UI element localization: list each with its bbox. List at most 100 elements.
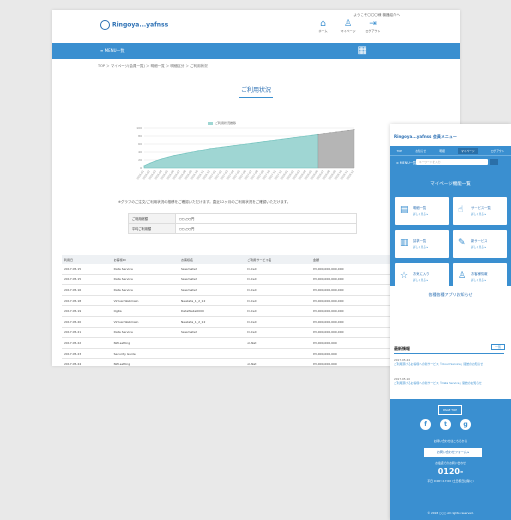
chart-note: ※グラフのご注文/ご利用状況の推移をご確認いただけます。直近12ヶ月のご利用状況…: [118, 200, 291, 204]
card-link[interactable]: 詳しく見る ▸: [413, 212, 428, 216]
news-text: ご利用頂けるお客様への新サービス「Cloud Service」開始のお知らせ: [394, 362, 484, 366]
twitter-icon[interactable]: t: [440, 419, 451, 430]
contact-form-button[interactable]: お問い合わせフォーム ▸: [424, 448, 482, 457]
series-area: [143, 134, 319, 169]
table-cell: NW-setting: [111, 358, 179, 366]
table-cell: D-Cell: [245, 274, 311, 286]
table-cell: Data Service: [111, 327, 179, 339]
news-item[interactable]: 2017.05.24 ご利用頂けるお客様への新サービス「Cloud Service…: [394, 358, 506, 366]
summary-key: ご利用総額: [128, 213, 176, 224]
card-label: お客様情報: [471, 272, 488, 276]
mobile-menu-button[interactable]: ≡ MENU一覧: [396, 160, 416, 165]
google-plus-icon[interactable]: g: [460, 419, 471, 430]
card-link[interactable]: 詳しく見る ▸: [413, 245, 428, 249]
breadcrumb[interactable]: TOP ＞ マイページ(会員一覧) ＞ 明細一覧 ＞ 明細区分 ＞ ご利用状況: [98, 64, 460, 69]
mobile-search-input[interactable]: キーワードを入力: [416, 159, 488, 165]
mobile-page: Ringoya...yafnss 会員メニュー TOP お知らせ 明細 マイペー…: [390, 124, 511, 520]
business-hours: 平日 9:00～17:00 (土日祝日は除く): [427, 479, 474, 483]
header-icons: ⌂ ホーム ♙ マイページ ⇥ ログアウト: [314, 19, 382, 33]
page-top-button[interactable]: PAGE TOP: [438, 405, 462, 415]
data-point: [353, 129, 355, 131]
info-divider: [394, 353, 504, 354]
news-item[interactable]: 2017.05.10 ご利用頂けるお客様への新サービス「Data Service」…: [394, 377, 506, 385]
data-point: [323, 133, 325, 135]
legend-label: ご利用状況推移: [215, 121, 237, 125]
table-cell: DataWebs0000: [179, 305, 246, 317]
table-cell: 2017.05.20: [62, 316, 112, 328]
news-banner-title[interactable]: 各種各種アプリお知らせ: [390, 286, 511, 298]
social-links: f t g: [420, 419, 471, 430]
table-cell: 2017.05.22: [62, 337, 112, 349]
data-point: [179, 153, 181, 155]
column-header: お客様名: [179, 255, 246, 264]
mobile-tab-active[interactable]: マイページ: [458, 147, 478, 154]
card-link[interactable]: 詳しく見る ▸: [471, 278, 486, 282]
card-link[interactable]: 詳しく見る ▸: [471, 212, 486, 216]
table-cell: 2017.05.18: [62, 295, 112, 307]
column-header: ご利用サービス名: [245, 255, 311, 264]
data-point: [149, 162, 151, 164]
chart-legend: ご利用状況推移: [208, 121, 236, 125]
summary-row: ご利用総額 ○○,○○円: [128, 213, 357, 224]
logout-link[interactable]: ⇥ ログアウト: [364, 19, 382, 33]
logo-mark-icon: [100, 20, 110, 30]
data-point: [263, 141, 265, 143]
data-point: [251, 142, 253, 144]
mobile-logo[interactable]: Ringoya...yafnss 会員メニュー: [394, 134, 457, 140]
header-note: ようこそ〇〇〇様 機器紹介ヘ: [353, 13, 400, 17]
mobile-search-bar: ≡ MENU一覧 キーワードを入力: [390, 155, 511, 169]
page-title: ご利用状況: [240, 87, 271, 94]
mypage-label: マイページ: [340, 29, 356, 33]
copyright: © 2018 ○○○ All rights reserved.: [427, 511, 474, 515]
home-label: ホーム: [318, 29, 328, 33]
mobile-tab[interactable]: お知らせ: [415, 149, 426, 153]
table-cell: D-Cell: [245, 284, 311, 296]
mobile-tab[interactable]: ログアウト: [491, 149, 504, 153]
data-point: [239, 144, 241, 146]
data-point: [209, 148, 211, 150]
contact-note: お問い合わせはこちらから: [433, 439, 468, 443]
search-submit-button[interactable]: [490, 159, 498, 165]
mypage-link[interactable]: ♙ マイページ: [339, 19, 357, 33]
table-cell: ¥3,000,000,000,000: [310, 316, 392, 328]
table-cell: ol-Net: [245, 337, 311, 349]
site-logo[interactable]: Ringoya...yafnss: [100, 20, 168, 30]
card-label: 明細一覧: [413, 206, 427, 210]
y-tick-label: 0: [140, 166, 142, 170]
data-point: [335, 131, 337, 133]
data-point: [197, 150, 199, 152]
y-tick-label: 20: [138, 158, 142, 162]
tel-number[interactable]: 0120-: [390, 467, 511, 476]
function-card[interactable]: ☝ サービス一覧 詳しく見る ▸: [453, 197, 507, 225]
function-card[interactable]: ✎ 新サービス 詳しく見る ▸: [453, 230, 507, 258]
mobile-tab[interactable]: 明細: [439, 149, 444, 153]
table-cell: [245, 348, 311, 360]
data-point: [281, 138, 283, 140]
menu-button[interactable]: ≡ MENU一覧: [100, 48, 125, 54]
mobile-tab[interactable]: TOP: [397, 149, 402, 153]
facebook-icon[interactable]: f: [420, 419, 431, 430]
function-card[interactable]: ▤ 明細一覧 詳しく見る ▸: [395, 197, 449, 225]
card-link[interactable]: 詳しく見る ▸: [413, 278, 428, 282]
building-icon[interactable]: ▦: [358, 45, 367, 57]
function-card[interactable]: ▥ 請求一覧 詳しく見る ▸: [395, 230, 449, 258]
info-more-button[interactable]: 一覧: [490, 344, 505, 350]
table-cell: D-Cell: [245, 305, 311, 317]
data-point: [215, 147, 217, 149]
data-point: [203, 149, 205, 151]
y-tick-label: 100: [136, 126, 142, 130]
table-cell: ¥3,000,000,000: [310, 358, 392, 366]
table-cell: ol-Net: [245, 358, 311, 366]
data-point: [245, 143, 247, 145]
card-link[interactable]: 詳しく見る ▸: [471, 245, 486, 249]
home-link[interactable]: ⌂ ホーム: [314, 19, 332, 33]
table-cell: ¥3,000,000,000,000: [310, 327, 392, 339]
table-cell: Newlata_1_2_12: [179, 295, 246, 307]
data-point: [143, 165, 145, 167]
news-text: ご利用頂けるお客様への新サービス「Data Service」開始のお知らせ: [394, 381, 482, 385]
info-section: 最新情報 一覧 2017.05.24 ご利用頂けるお客様への新サービス「Cloud…: [390, 339, 511, 399]
table-cell: Ssssmats2: [179, 274, 246, 286]
data-point: [329, 132, 331, 134]
column-header: 金額: [310, 255, 392, 264]
person-icon: ♙: [343, 19, 353, 29]
